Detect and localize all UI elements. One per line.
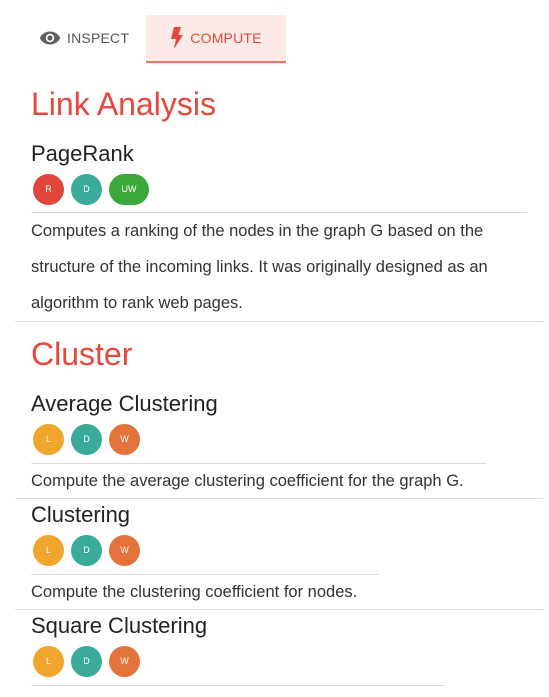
algorithm-card-clustering[interactable]: Clustering L D W Compute the clustering … [0, 499, 549, 609]
tab-inspect-label: INSPECT [67, 30, 130, 46]
divider [31, 685, 445, 686]
badge-w: W [109, 534, 140, 566]
algorithm-description: Computes a ranking of the nodes in the g… [31, 222, 488, 312]
tab-compute[interactable]: COMPUTE [146, 15, 286, 63]
badge-group: L D W [0, 642, 549, 680]
badge-l: L [33, 645, 64, 677]
algorithm-description: Compute the average clustering coefficie… [31, 472, 464, 490]
algorithm-title: Average Clustering [31, 391, 218, 416]
badge-d: D [71, 534, 102, 566]
badge-w: W [109, 423, 140, 455]
eye-icon [39, 30, 61, 46]
badge-uw: UW [109, 173, 149, 205]
badge-d: D [71, 423, 102, 455]
tab-compute-label: COMPUTE [190, 30, 262, 46]
badge-r: R [33, 173, 64, 205]
section-title-cluster: Cluster [31, 336, 133, 372]
algorithm-title: Square Clustering [31, 613, 208, 638]
algorithm-card-square-clustering[interactable]: Square Clustering L D W [0, 610, 549, 686]
bolt-icon [170, 27, 184, 49]
badge-group: L D W [0, 420, 549, 458]
algorithm-card-average-clustering[interactable]: Average Clustering L D W Compute the ave… [0, 388, 549, 498]
algorithm-title: Clustering [31, 502, 131, 527]
badge-l: L [33, 423, 64, 455]
algorithm-list: Link Analysis PageRank R D UW Computes a… [0, 78, 549, 686]
section-divider [15, 321, 543, 322]
algorithm-description: Compute the clustering coefficient for n… [31, 583, 358, 601]
badge-d: D [71, 173, 102, 205]
tab-inspect[interactable]: INSPECT [39, 15, 129, 61]
section-title-link-analysis: Link Analysis [31, 86, 216, 122]
badge-w: W [109, 645, 140, 677]
badge-d: D [71, 645, 102, 677]
badge-group: L D W [0, 531, 549, 569]
badge-l: L [33, 534, 64, 566]
tab-bar: INSPECT COMPUTE [0, 15, 549, 63]
algorithm-title: PageRank [31, 141, 134, 166]
algorithm-card-pagerank[interactable]: PageRank R D UW Computes a ranking of th… [0, 138, 549, 321]
badge-group: R D UW [0, 170, 549, 208]
